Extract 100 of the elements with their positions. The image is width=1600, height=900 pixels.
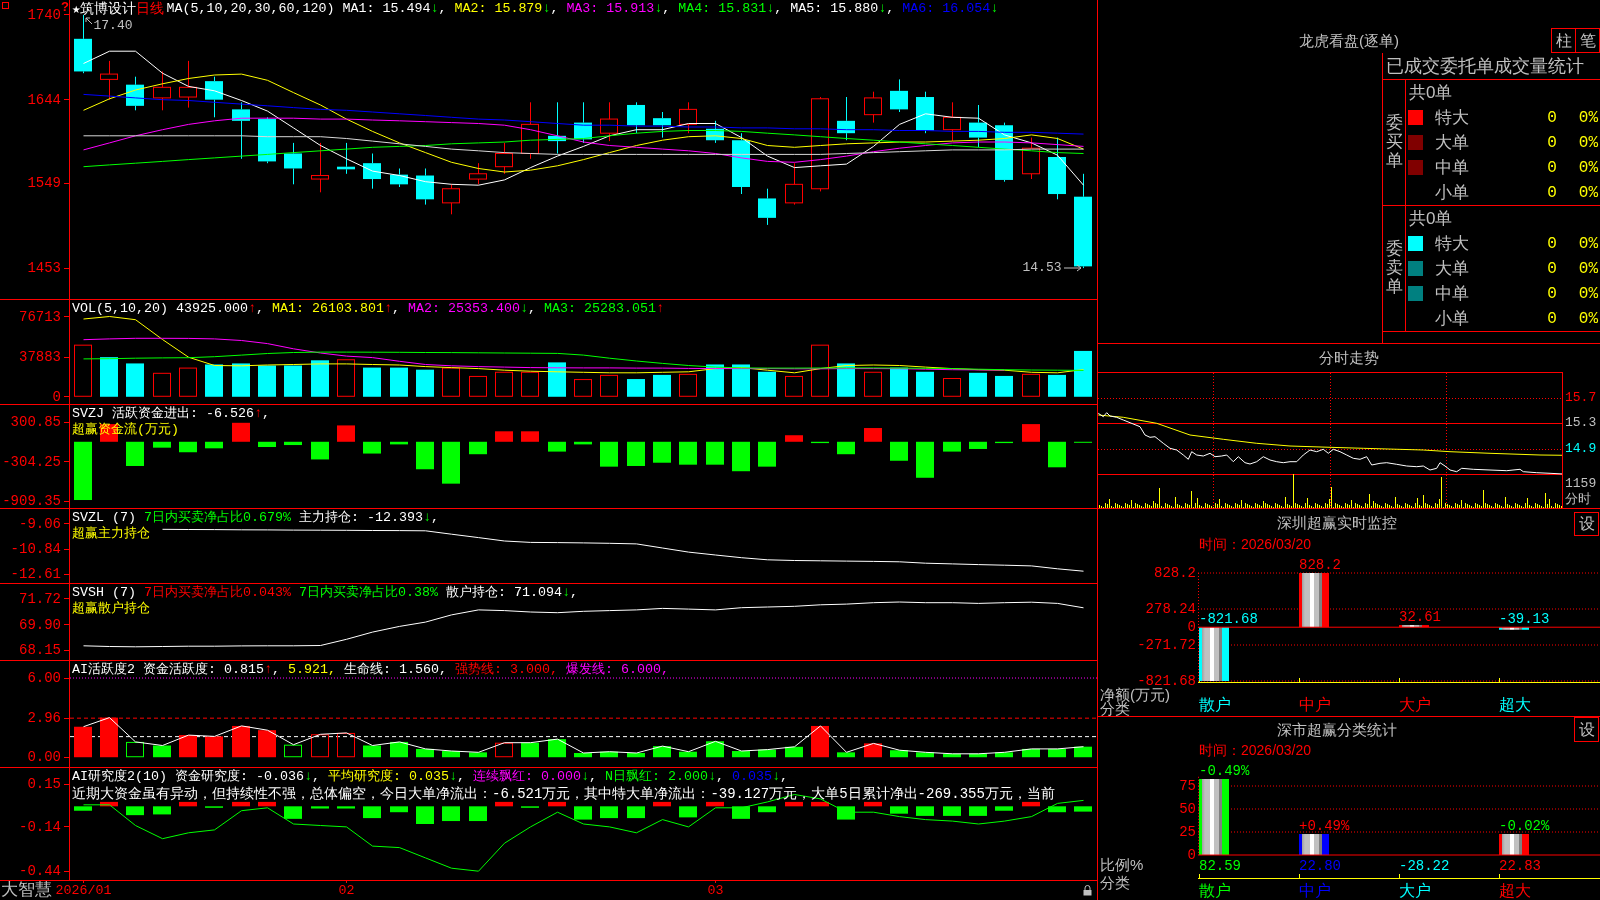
order-percent: 0% [1578,132,1598,153]
order-percent: 0% [1578,258,1598,279]
value-label: -821.68 [1199,611,1258,628]
indicator-reading: MA1: 15.494 [342,0,431,18]
separator: , [255,300,264,318]
axis-label: -9.06 [19,516,61,531]
separator: , [570,584,578,602]
category-label: 中户 [1299,883,1331,899]
category-label: 散户 [1199,697,1231,713]
value-label: -28.22 [1399,858,1450,874]
separator: , [716,768,724,786]
axis-title: 净额(万元) [1100,688,1170,702]
axis-label: 25 [1179,825,1196,839]
indicator-reading: 0.035 [732,768,772,786]
indicator-reading: MA2: 25353.400 [407,300,520,318]
order-percent: 0% [1578,233,1598,254]
value-label: -39.13 [1499,611,1550,628]
indicator-reading: 活跃资金进出: -6.526 [112,405,254,422]
axis-label: -304.25 [2,454,61,469]
axis-label: 75 [1179,779,1196,793]
indicator-reading: 平均研究度: 0.035 [328,768,449,786]
indicator-reading: MA6: 16.054 [902,0,991,18]
trend-arrow: ↑ [254,405,262,423]
trend-arrow: ↓ [430,0,439,18]
category-label: 大户 [1399,697,1431,713]
axis-label: -10.84 [10,542,61,557]
order-count: 0 [1547,308,1557,329]
axis-label: 71.72 [19,591,61,606]
order-count: 0 [1547,157,1557,178]
separator: , [312,768,320,786]
axis-title: 分类 [1100,702,1130,716]
indicator-reading: 43925.000 [176,300,248,318]
separator: , [272,661,280,679]
date-label: 03 [707,883,724,899]
group-label: 委买单 [1385,114,1403,171]
stock-name: ★筑博设计 [72,0,137,18]
category-label: 超大 [1499,697,1531,713]
order-total: 共0单 [1409,208,1453,229]
period-label: 日线 [136,0,165,18]
category-label: 散户 [1199,883,1231,899]
category-label: 大户 [1399,883,1431,899]
trend-arrow: ↓ [654,0,663,18]
axis-label: 1740 [27,8,61,22]
timestamp-label: 时间：2026/03/20 [1199,536,1312,552]
indicator-title: SVZL (7) [72,509,136,526]
axis-label: 68.15 [19,643,61,658]
value-label: 22.80 [1299,858,1341,874]
axis-label: 分时 [1565,493,1591,507]
order-size-label: 特大 [1435,107,1469,128]
order-total: 共0单 [1409,82,1453,103]
order-count: 0 [1547,107,1557,128]
indicator-reading: 强势线: 3.000, [455,661,558,679]
separator: , [431,509,439,527]
axis-label: 1159 [1565,477,1597,491]
separator: , [662,0,671,18]
axis-label: -271.72 [1137,638,1196,652]
separator: , [589,768,597,786]
indicator-reading: MA1: 26103.801 [271,300,384,318]
order-size-label: 大单 [1435,258,1469,279]
order-size-label: 中单 [1435,157,1469,178]
axis-label: 1549 [27,176,61,191]
axis-title: 比例% [1100,858,1144,872]
indicator-reading: N日飘红: 2.000 [605,768,708,786]
timestamp-label: 时间：2026/03/20 [1199,742,1312,758]
change-label: +0.49% [1299,818,1350,834]
order-size-label: 中单 [1435,283,1469,304]
separator: , [391,300,400,318]
order-count: 0 [1547,258,1557,279]
axis-label: 278.24 [1145,602,1196,616]
indicator-reading: 资金研究度: -0.036 [175,768,304,786]
axis-label: -0.44 [19,864,61,879]
order-size-label: 小单 [1435,182,1469,203]
axis-label: 15.7 [1565,391,1597,405]
trend-arrow: ↓ [449,768,457,786]
order-percent: 0% [1578,157,1598,178]
order-percent: 0% [1578,308,1598,329]
order-percent: 0% [1578,182,1598,203]
table-title: 已成交委托单成交量统计 [1383,53,1600,80]
panel-title: 龙虎看盘(逐单) [1299,31,1399,50]
trend-arrow: ↓ [772,768,780,786]
order-count: 0 [1547,233,1557,254]
axis-label: 14.9 [1565,442,1597,456]
indicator-title: SVZJ [72,405,104,422]
axis-label: 1453 [27,261,61,276]
indicator-reading: 7日内买卖净占比0.38% [299,584,438,602]
trend-arrow: ↑ [655,300,664,318]
trend-arrow: ↑ [264,661,272,679]
order-size-label: 大单 [1435,132,1469,153]
indicator-reading: MA4: 15.831 [678,0,767,18]
axis-label: 0.00 [27,750,61,765]
axis-label: 69.90 [19,617,61,632]
axis-label: 300.85 [10,415,61,430]
indicator-reading: 连续飘红: 0.000 [473,768,581,786]
order-count: 0 [1547,132,1557,153]
group-label: 委卖单 [1385,240,1403,297]
trend-arrow: ↓ [766,0,775,18]
order-percent: 0% [1578,283,1598,304]
axis-label: 37883 [19,350,61,365]
axis-label: -0.14 [19,819,61,834]
order-count: 0 [1547,283,1557,304]
